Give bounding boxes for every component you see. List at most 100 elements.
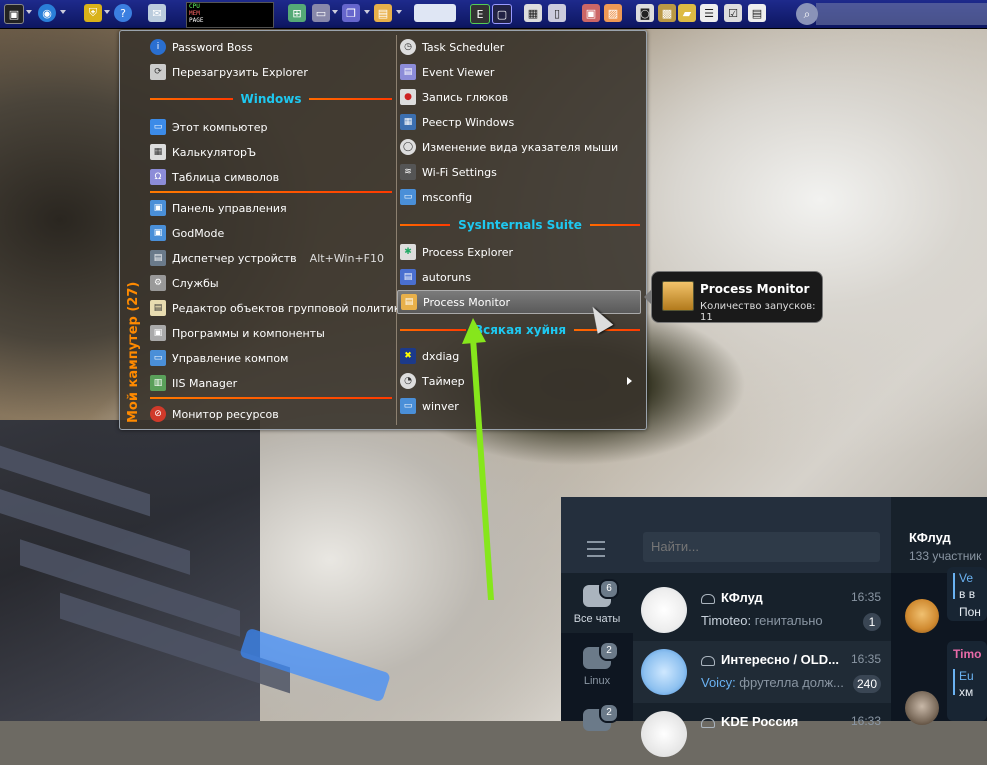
search-input[interactable] — [643, 532, 880, 562]
menu-item-label: autoruns — [422, 270, 471, 284]
control-panel-icon: ▣ — [150, 200, 166, 216]
chevron-down-icon[interactable] — [104, 10, 110, 14]
menu-item-services[interactable]: ⚙ Службы — [150, 272, 390, 294]
explorer-icon: ⟳ — [150, 64, 166, 80]
menu-item-registry[interactable]: ▦ Реестр Windows — [400, 111, 640, 133]
cascade-windows-icon[interactable]: ❐ — [342, 4, 360, 22]
menu-item-control-panel[interactable]: ▣ Панель управления — [150, 197, 390, 219]
menu-item-restart-explorer[interactable]: ⟳ Перезагрузить Explorer — [150, 61, 390, 83]
folder-icon[interactable]: ▰ — [678, 4, 696, 22]
shield-icon[interactable]: ⛨ — [84, 4, 102, 22]
chevron-down-icon[interactable] — [396, 10, 402, 14]
clock-icon: ◷ — [400, 39, 416, 55]
menu-separator — [150, 397, 392, 399]
menu-item-label: Службы — [172, 276, 219, 290]
camera-icon[interactable]: ◙ — [636, 4, 654, 22]
menu-item-label: Event Viewer — [422, 65, 495, 79]
terminal-icon[interactable]: E — [470, 4, 490, 24]
checklist-icon[interactable]: ☑ — [724, 4, 742, 22]
photo-icon[interactable]: ▩ — [658, 4, 676, 22]
chevron-down-icon[interactable] — [26, 10, 32, 14]
tooltip-title: Process Monitor — [700, 282, 810, 296]
unread-badge: 240 — [852, 675, 881, 693]
menu-item-msconfig[interactable]: ▭ msconfig — [400, 186, 640, 208]
menu-item-charmap[interactable]: Ω Таблица символов — [150, 166, 390, 188]
calculator-icon: ▦ — [150, 144, 166, 160]
menu-item-record-glitches[interactable]: ● Запись глюков — [400, 86, 640, 108]
menu-item-timer[interactable]: ◔ Таймер — [400, 370, 640, 392]
user-avatar[interactable] — [905, 691, 939, 725]
menu-item-gpedit[interactable]: ▤ Редактор объектов групповой политики — [150, 297, 408, 319]
process-monitor-icon: ▤ — [401, 294, 417, 310]
menu-item-shortcut: Alt+Win+F10 — [309, 251, 384, 265]
calculator-icon[interactable]: ▦ — [524, 4, 542, 22]
menu-item-event-viewer[interactable]: ▤ Event Viewer — [400, 61, 640, 83]
chevron-down-icon[interactable] — [364, 10, 370, 14]
chat-header[interactable]: КФлуд 133 участник — [891, 497, 987, 573]
menu-item-wifi-settings[interactable]: ≋ Wi-Fi Settings — [400, 161, 640, 183]
cpu-label: CPU — [189, 3, 200, 10]
wifi-icon: ≋ — [400, 164, 416, 180]
chat-preview: Voicy: фрутелла долж... — [701, 675, 844, 690]
menu-item-winver[interactable]: ▭ winver — [400, 395, 640, 417]
menu-item-label: Таблица символов — [172, 170, 280, 184]
notes-icon[interactable]: ☰ — [700, 4, 718, 22]
folder-badge: 2 — [599, 703, 619, 723]
chevron-down-icon[interactable] — [332, 10, 338, 14]
menu-item-label: msconfig — [422, 190, 473, 204]
user-avatar[interactable] — [905, 599, 939, 633]
menu-item-label: GodMode — [172, 226, 225, 240]
menu-item-computer-management[interactable]: ▭ Управление компом — [150, 347, 390, 369]
menu-item-label: Task Scheduler — [422, 40, 505, 54]
menu-item-programs[interactable]: ▣ Программы и компоненты — [150, 322, 390, 344]
menu-item-mouse-pointer[interactable]: ◯ Изменение вида указателя мыши — [400, 136, 640, 158]
help-icon[interactable]: ? — [114, 4, 132, 22]
menu-item-resource-monitor[interactable]: ⊘ Монитор ресурсов — [150, 403, 390, 425]
dxdiag-icon: ✖ — [400, 348, 416, 364]
info-icon: i — [150, 39, 166, 55]
windows-flag-icon[interactable]: ⊞ — [288, 4, 306, 22]
hamburger-menu-icon[interactable] — [587, 541, 605, 557]
record-icon: ● — [400, 89, 416, 105]
clipboard-icon[interactable]: ▤ — [374, 4, 392, 22]
menu-item-device-manager[interactable]: ▤ Диспетчер устройств Alt+Win+F10 — [150, 247, 390, 269]
menu-item-label: Этот компьютер — [172, 120, 268, 134]
document-icon[interactable]: ▤ — [748, 4, 766, 22]
menu-item-calculator[interactable]: ▦ КалькуляторЪ — [150, 141, 390, 163]
mail-icon[interactable]: ✉ — [148, 4, 166, 22]
menu-item-process-explorer[interactable]: ✱ Process Explorer — [400, 241, 640, 263]
menu-item-task-scheduler[interactable]: ◷ Task Scheduler — [400, 36, 640, 58]
chat-row[interactable]: KDE Россия 16:33 — [633, 703, 891, 765]
menu-item-label: Process Explorer — [422, 245, 514, 259]
folder-all-chats[interactable]: 6 Все чаты — [561, 573, 633, 633]
menu-item-iis-manager[interactable]: ▥ IIS Manager — [150, 372, 390, 394]
folder-third[interactable]: 2 — [561, 697, 633, 757]
taskbar-search-field[interactable] — [816, 3, 987, 25]
window-icon[interactable]: ▣ — [4, 4, 24, 24]
monitor-icon[interactable]: ▢ — [492, 4, 512, 24]
screenshot-icon[interactable]: ▣ — [582, 4, 600, 22]
section-title: Windows — [240, 92, 302, 106]
globe-icon[interactable]: ◉ — [38, 4, 56, 22]
chat-row[interactable]: Интересно / OLD... 16:35 Voicy: фрутелла… — [633, 641, 891, 703]
chat-row[interactable]: КФлуд 16:35 Timoteo: генитально 1 — [633, 579, 891, 641]
message-text: в в — [959, 587, 976, 601]
chat-name: КФлуд — [701, 590, 841, 605]
chevron-down-icon[interactable] — [60, 10, 66, 14]
folder-linux[interactable]: 2 Linux — [561, 635, 633, 695]
search-icon[interactable]: ⌕ — [796, 3, 818, 25]
group-icon — [701, 655, 715, 666]
menu-item-godmode[interactable]: ▣ GodMode — [150, 222, 390, 244]
chat-members-count: 133 участник — [909, 549, 982, 563]
process-monitor-icon — [662, 281, 694, 311]
menu-item-autoruns[interactable]: ▤ autoruns — [400, 266, 640, 288]
phone-icon[interactable]: ▯ — [548, 4, 566, 22]
window-switch-icon[interactable]: ▭ — [312, 4, 330, 22]
message-author: Ve — [959, 571, 974, 585]
menu-item-this-computer[interactable]: ▭ Этот компьютер — [150, 116, 390, 138]
chat-name: KDE Россия — [701, 714, 841, 729]
menu-item-password-boss[interactable]: i Password Boss — [150, 36, 390, 58]
menu-item-dxdiag[interactable]: ✖ dxdiag — [400, 345, 640, 367]
image-icon[interactable]: ▨ — [604, 4, 622, 22]
blank-preview-icon[interactable] — [414, 4, 456, 22]
